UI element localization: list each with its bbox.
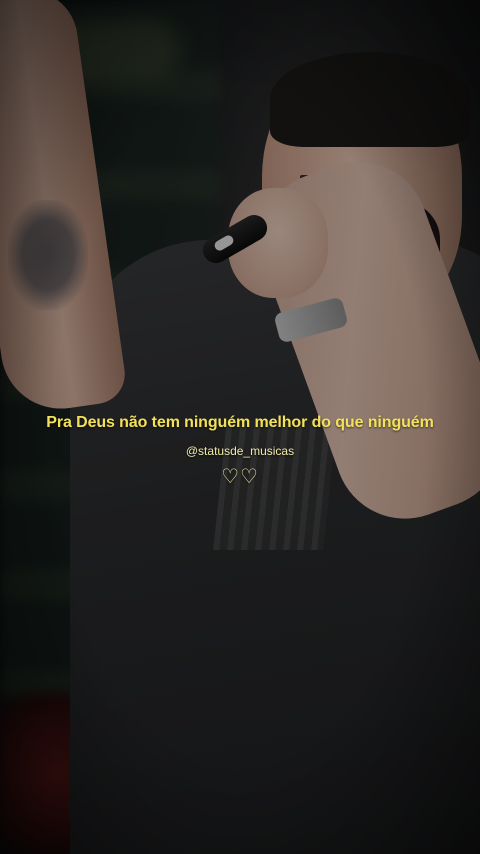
lyric-text: Pra Deus não tem ninguém melhor do que n… xyxy=(46,414,434,431)
caption-block: Pra Deus não tem ninguém melhor do que n… xyxy=(0,414,480,488)
video-frame[interactable]: Pra Deus não tem ninguém melhor do que n… xyxy=(0,0,480,854)
account-handle: @statusde_musicas xyxy=(185,444,295,458)
hearts-icon: ♡♡ xyxy=(221,464,259,488)
